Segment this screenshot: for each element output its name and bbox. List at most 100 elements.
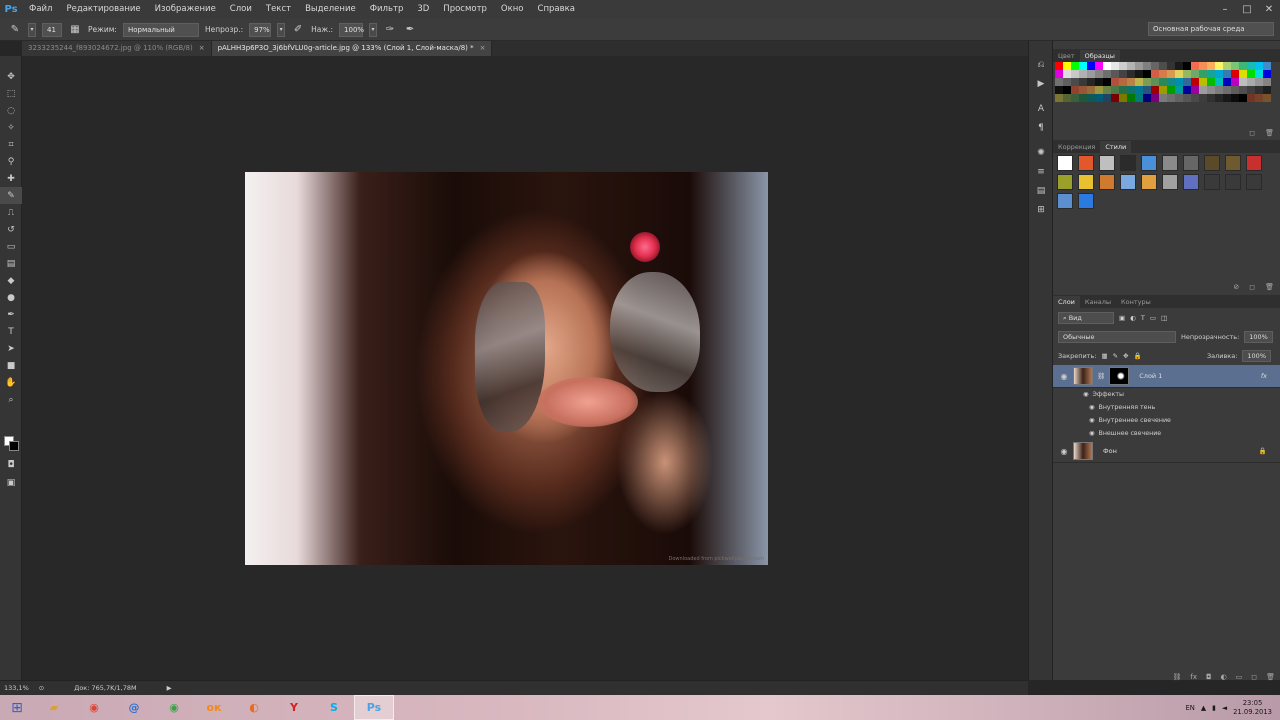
type-tool-icon[interactable]: T <box>0 323 22 340</box>
lock-transparency-icon[interactable]: ▦ <box>1101 352 1107 360</box>
swatch[interactable] <box>1095 78 1103 86</box>
clock[interactable]: 23:05 21.09.2013 <box>1233 699 1272 717</box>
navigator-icon[interactable]: ⊞ <box>1029 200 1053 219</box>
filter-adjustment-icon[interactable]: ◐ <box>1130 314 1136 322</box>
swatch[interactable] <box>1055 86 1063 94</box>
lock-position-icon[interactable]: ✥ <box>1123 352 1128 360</box>
swatch[interactable] <box>1159 94 1167 102</box>
style-preset[interactable] <box>1057 193 1073 209</box>
tab-channels[interactable]: Каналы <box>1080 296 1116 308</box>
swatch[interactable] <box>1191 86 1199 94</box>
photoshop-icon[interactable]: Ps <box>354 695 394 720</box>
style-preset[interactable] <box>1246 155 1262 171</box>
swatch[interactable] <box>1111 70 1119 78</box>
swatch[interactable] <box>1151 78 1159 86</box>
swatch[interactable] <box>1199 62 1207 70</box>
swatch[interactable] <box>1215 62 1223 70</box>
new-swatch-icon[interactable]: ◻ <box>1249 129 1255 137</box>
swatch[interactable] <box>1127 62 1135 70</box>
tab-swatches[interactable]: Образцы <box>1079 50 1120 62</box>
move-tool-icon[interactable]: ✥ <box>0 68 22 85</box>
swatch[interactable] <box>1183 62 1191 70</box>
lock-pixels-icon[interactable]: ✎ <box>1113 352 1118 360</box>
swatch[interactable] <box>1095 70 1103 78</box>
swatch[interactable] <box>1111 86 1119 94</box>
swatch[interactable] <box>1263 86 1271 94</box>
swatch[interactable] <box>1127 94 1135 102</box>
swatch[interactable] <box>1215 70 1223 78</box>
tab-paths[interactable]: Контуры <box>1116 296 1156 308</box>
swatch[interactable] <box>1103 86 1111 94</box>
swatch[interactable] <box>1071 94 1079 102</box>
actions-play-icon[interactable]: ▶ <box>1029 74 1053 93</box>
yandex-icon[interactable]: Y <box>274 695 314 720</box>
style-preset[interactable] <box>1183 155 1199 171</box>
new-layer-icon[interactable]: ◻ <box>1251 673 1257 681</box>
blend-mode-select[interactable]: Обычные <box>1058 330 1176 343</box>
quick-select-tool-icon[interactable]: ✧ <box>0 119 22 136</box>
kind-filter-select[interactable]: ⌕ Вид <box>1058 311 1114 324</box>
layer-opacity-input[interactable]: 100% <box>1244 330 1273 343</box>
swatch[interactable] <box>1143 70 1151 78</box>
swatch[interactable] <box>1183 70 1191 78</box>
minimize-button[interactable]: – <box>1214 0 1236 19</box>
swatch[interactable] <box>1175 86 1183 94</box>
swatch[interactable] <box>1215 94 1223 102</box>
filter-shape-icon[interactable]: ▭ <box>1150 314 1156 322</box>
swatch[interactable] <box>1207 94 1215 102</box>
swatch[interactable] <box>1055 70 1063 78</box>
swatch[interactable] <box>1063 62 1071 70</box>
mode-select[interactable]: Нормальный <box>122 22 199 37</box>
eye-icon[interactable]: ◉ <box>1059 447 1069 456</box>
pressure-input[interactable]: 100% <box>339 22 364 37</box>
swatch[interactable] <box>1207 62 1215 70</box>
swatch[interactable] <box>1167 78 1175 86</box>
brush-panel-icon[interactable]: ▦ <box>68 23 82 37</box>
background-color-swatch[interactable] <box>9 441 19 451</box>
swatch[interactable] <box>1207 86 1215 94</box>
tab-styles[interactable]: Стили <box>1100 141 1132 153</box>
menu-3d[interactable]: 3D <box>410 0 436 19</box>
opacity-dropdown[interactable]: ▾ <box>277 22 286 37</box>
swatch[interactable] <box>1079 94 1087 102</box>
menu-edit[interactable]: Редактирование <box>59 0 147 19</box>
swatch[interactable] <box>1231 70 1239 78</box>
swatch[interactable] <box>1223 86 1231 94</box>
swatch[interactable] <box>1255 70 1263 78</box>
eyedropper-tool-icon[interactable]: ⚲ <box>0 153 22 170</box>
zoom-level[interactable]: 133,1% <box>4 684 29 692</box>
swatch[interactable] <box>1159 86 1167 94</box>
pressure-size-icon[interactable]: ✒ <box>403 23 417 37</box>
swatch[interactable] <box>1111 94 1119 102</box>
swatch[interactable] <box>1255 78 1263 86</box>
swatch[interactable] <box>1239 62 1247 70</box>
swatch[interactable] <box>1095 94 1103 102</box>
swatches-grid[interactable] <box>1055 62 1271 102</box>
pressure-dropdown[interactable]: ▾ <box>369 22 378 37</box>
swatch[interactable] <box>1247 70 1255 78</box>
swatch[interactable] <box>1255 86 1263 94</box>
swatch[interactable] <box>1143 94 1151 102</box>
swatch[interactable] <box>1143 62 1151 70</box>
swatch[interactable] <box>1055 78 1063 86</box>
style-preset[interactable] <box>1057 174 1073 190</box>
swatch[interactable] <box>1263 94 1271 102</box>
clone-stamp-tool-icon[interactable]: ⎍ <box>0 204 22 221</box>
swatch[interactable] <box>1151 86 1159 94</box>
marquee-tool-icon[interactable]: ⬚ <box>0 85 22 102</box>
language-indicator[interactable]: EN <box>1185 704 1194 712</box>
swatch[interactable] <box>1151 94 1159 102</box>
swatch[interactable] <box>1239 86 1247 94</box>
paragraph-icon[interactable]: ¶ <box>1029 118 1053 137</box>
swatch[interactable] <box>1127 70 1135 78</box>
style-preset[interactable] <box>1225 174 1241 190</box>
pen-tool-icon[interactable]: ✒ <box>0 306 22 323</box>
styles-grid[interactable] <box>1057 155 1267 209</box>
swatch[interactable] <box>1071 70 1079 78</box>
close-icon[interactable]: × <box>480 41 486 56</box>
maximize-button[interactable]: □ <box>1236 0 1258 19</box>
swatch[interactable] <box>1247 86 1255 94</box>
lock-all-icon[interactable]: 🔒 <box>1134 352 1142 360</box>
tab-color[interactable]: Цвет <box>1053 50 1080 62</box>
swatch[interactable] <box>1215 86 1223 94</box>
